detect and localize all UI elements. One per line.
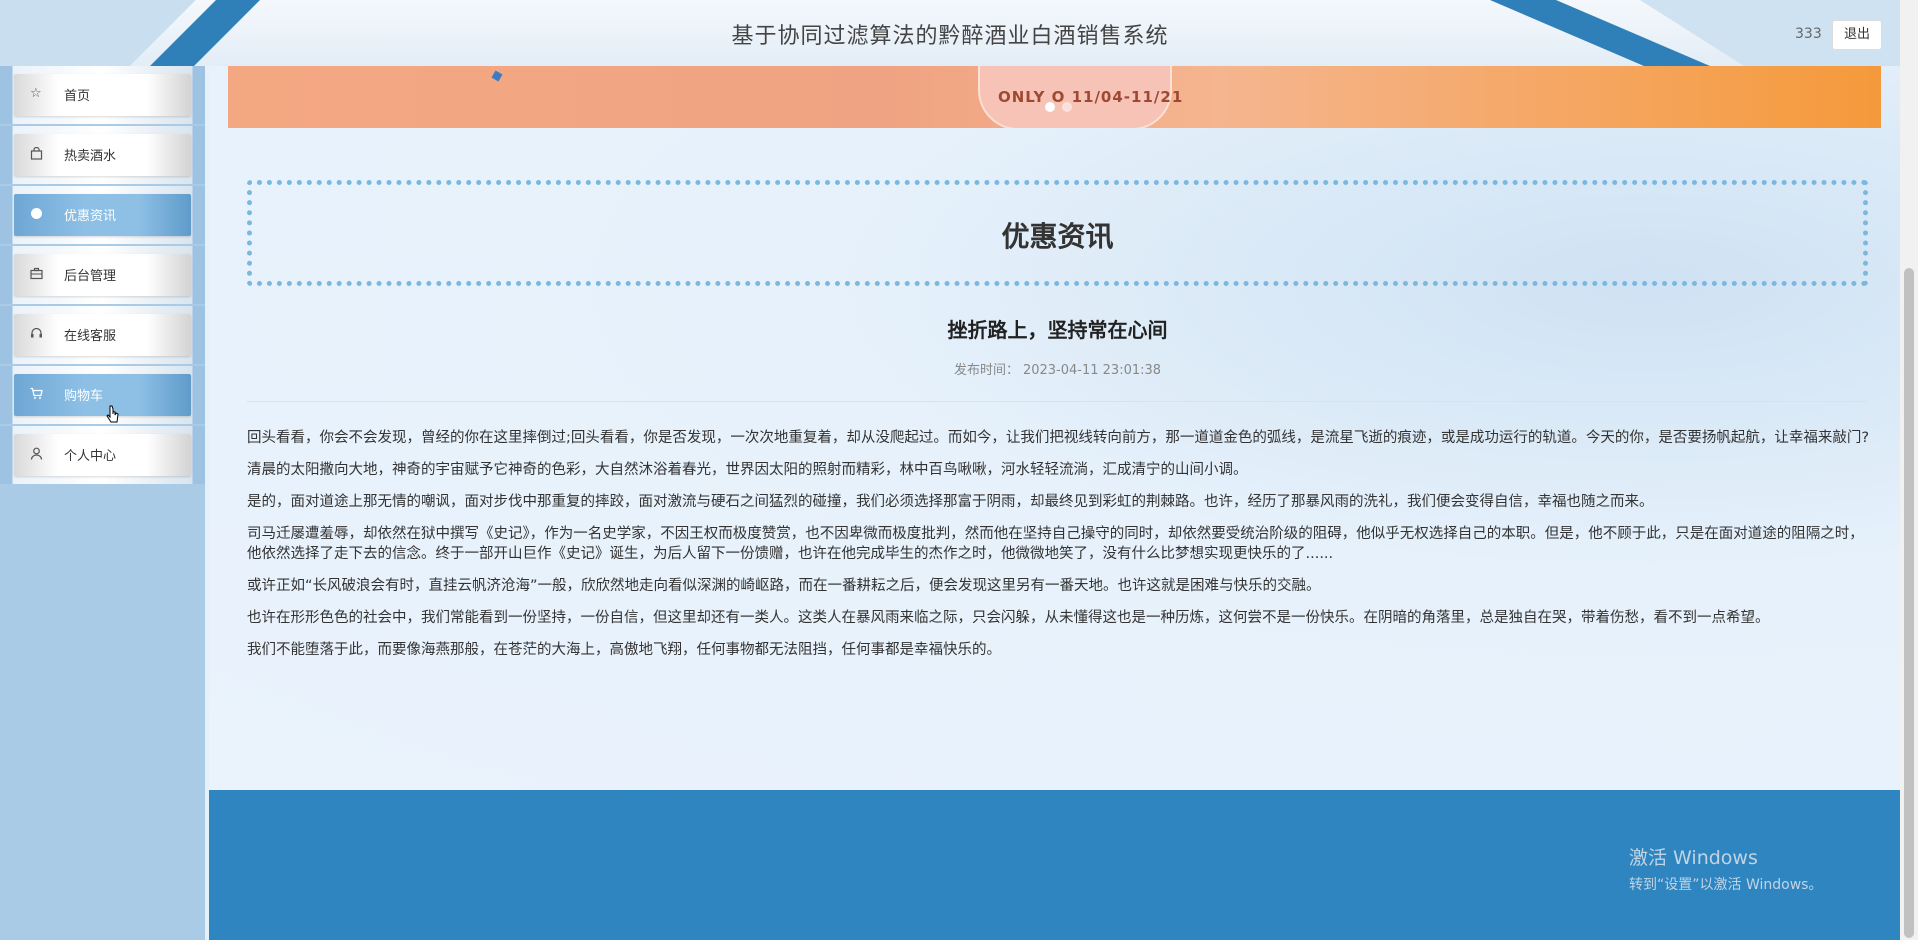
- article-paragraph: 也许在形形色色的社会中，我们常能看到一份坚持，一份自信，但这里却还有一类人。这类…: [247, 610, 1770, 626]
- logout-button[interactable]: 退出: [1832, 20, 1882, 50]
- promo-banner[interactable]: ONLY O 11/04-11/21: [228, 66, 1881, 128]
- windows-activation-watermark: 激活 Windows 转到“设置”以激活 Windows。: [1629, 843, 1822, 894]
- mouse-cursor-icon: [106, 405, 119, 423]
- carousel-dot[interactable]: [1062, 102, 1072, 112]
- top-header: 基于协同过滤算法的黔醉酒业白酒销售系统 333 退出: [0, 0, 1900, 67]
- user-icon: [30, 447, 44, 461]
- sidebar-item-profile[interactable]: 个人中心: [0, 426, 205, 484]
- sidebar-item-hot-liquor[interactable]: 热卖酒水: [0, 126, 205, 184]
- divider: [247, 401, 1868, 402]
- username-label: 333: [1795, 26, 1822, 42]
- sidebar-item-label: 后台管理: [64, 269, 117, 284]
- sidebar-item-label: 首页: [64, 89, 91, 104]
- publish-label: 发布时间：: [953, 363, 1019, 378]
- cart-icon: [30, 387, 44, 401]
- sidebar-item-cart[interactable]: 购物车: [0, 366, 205, 424]
- article-paragraph: 司马迁屡遭羞辱，却依然在狱中撰写《史记》，作为一名史学家，不因王权而极度赞赏，也…: [247, 526, 1864, 562]
- watermark-subtitle: 转到“设置”以激活 Windows。: [1629, 877, 1823, 893]
- sidebar-item-label: 在线客服: [64, 329, 117, 344]
- watermark-title: 激活 Windows: [1629, 847, 1758, 869]
- section-title: 优惠资讯: [1001, 220, 1114, 253]
- sidebar: ☆ 首页 热卖酒水 优惠资讯 后台管理 在线客服 购物车 个人中心: [0, 66, 209, 940]
- confetti-decoration: [491, 70, 503, 82]
- article-title: 挫折路上，坚持常在心间: [947, 318, 1168, 342]
- publish-info: 发布时间： 2023-04-11 23:01:38: [247, 359, 1868, 378]
- briefcase-icon: [30, 267, 44, 281]
- article-paragraph: 或许正如“长风破浪会有时，直挂云帆济沧海”一般，欣欣然地走向看似深渊的崎岖路，而…: [247, 578, 1321, 594]
- article-body: 回头看看，你会不会发现，曾经的你在这里摔倒过;回头看看，你是否发现，一次次地重复…: [247, 428, 1872, 672]
- article-paragraph: 是的，面对道途上那无情的嘲讽，面对步伐中那重复的摔跤，面对激流与硬石之间猛烈的碰…: [247, 494, 1654, 510]
- sidebar-item-label: 购物车: [64, 389, 104, 404]
- app-title: 基于协同过滤算法的黔醉酒业白酒销售系统: [731, 24, 1169, 49]
- sidebar-item-label: 个人中心: [64, 449, 117, 464]
- article-paragraph: 清晨的太阳撒向大地，神奇的宇宙赋予它神奇的色彩，大自然沐浴着春光，世界因太阳的照…: [247, 462, 1248, 478]
- carousel-dot-active[interactable]: [1045, 102, 1055, 112]
- main-content: ONLY O 11/04-11/21 优惠资讯 挫折路上，坚持常在心间 发布时间…: [209, 66, 1900, 940]
- article-paragraph: 回头看看，你会不会发现，曾经的你在这里摔倒过;回头看看，你是否发现，一次次地重复…: [247, 430, 1870, 446]
- shopping-bag-icon: [30, 146, 44, 161]
- scrollbar-thumb[interactable]: [1904, 268, 1914, 938]
- star-icon: ☆: [30, 86, 42, 101]
- headset-icon: [30, 327, 44, 341]
- sidebar-item-home[interactable]: ☆ 首页: [0, 66, 205, 124]
- section-header-box: 优惠资讯: [247, 180, 1868, 286]
- article-paragraph: 我们不能堕落于此，而要像海燕那般，在苍茫的大海上，高傲地飞翔，任何事物都无法阻挡…: [247, 642, 1001, 658]
- circle-icon: [30, 207, 44, 221]
- banner-text: ONLY O 11/04-11/21: [998, 88, 1184, 106]
- publish-time: 2023-04-11 23:01:38: [1022, 363, 1162, 378]
- sidebar-item-label: 热卖酒水: [64, 149, 117, 164]
- vertical-scrollbar[interactable]: [1900, 0, 1918, 940]
- sidebar-item-label: 优惠资讯: [64, 209, 117, 224]
- sidebar-item-support[interactable]: 在线客服: [0, 306, 205, 364]
- sidebar-item-admin[interactable]: 后台管理: [0, 246, 205, 304]
- sidebar-item-promotions[interactable]: 优惠资讯: [0, 186, 205, 244]
